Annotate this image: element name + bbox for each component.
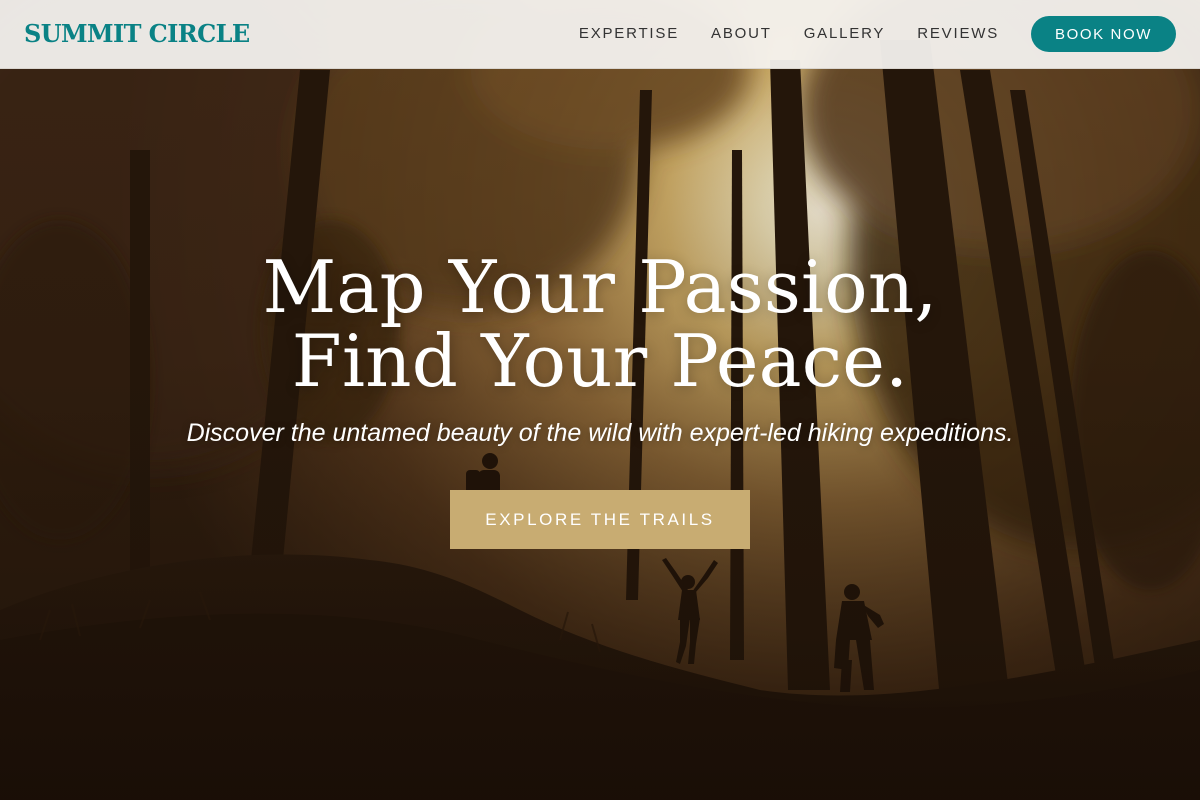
book-now-button[interactable]: BOOK NOW	[1031, 16, 1176, 52]
hero-title-line-2: Find Your Peace.	[291, 319, 909, 403]
site-logo[interactable]: SUMMIT CIRCLE	[24, 18, 250, 50]
hero-title-line-1: Map Your Passion,	[262, 245, 938, 329]
nav-link-gallery[interactable]: GALLERY	[804, 16, 886, 52]
nav-link-expertise[interactable]: EXPERTISE	[579, 16, 679, 52]
nav-link-reviews[interactable]: REVIEWS	[917, 16, 999, 52]
hero-section: Map Your Passion, Find Your Peace. Disco…	[0, 0, 1200, 800]
hero-title: Map Your Passion, Find Your Peace.	[0, 250, 1200, 398]
hero-subtitle: Discover the untamed beauty of the wild …	[186, 419, 1014, 447]
hero-content: Map Your Passion, Find Your Peace. Disco…	[0, 0, 1200, 800]
main-nav: EXPERTISE ABOUT GALLERY REVIEWS BOOK NOW	[579, 16, 1176, 52]
nav-link-about[interactable]: ABOUT	[711, 16, 772, 52]
explore-trails-button[interactable]: EXPLORE THE TRAILS	[450, 490, 750, 549]
site-header: SUMMIT CIRCLE EXPERTISE ABOUT GALLERY RE…	[0, 0, 1200, 69]
